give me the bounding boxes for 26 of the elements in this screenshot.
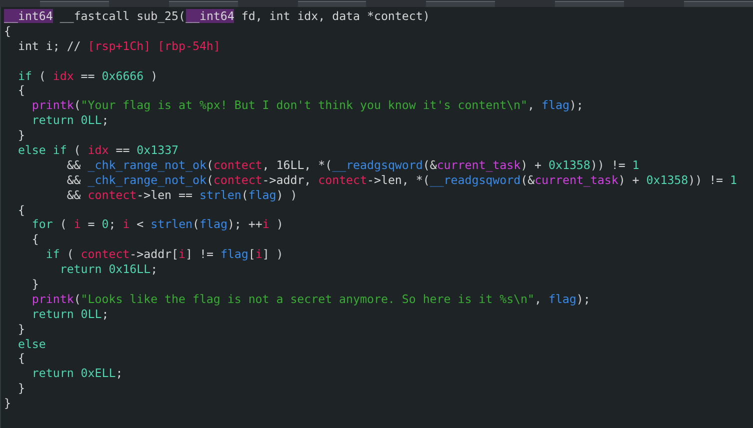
code-line: {: [16, 202, 26, 218]
code-line: printk("Your flag is at %px! But I don't think you know it's content\n", flag);: [30, 98, 584, 114]
code-line: }: [16, 128, 26, 144]
code-line: && _chk_range_not_ok(contect, 16LL, *(__readgsqword(&current_task) + 0x1358)) != 1: [66, 158, 640, 173]
code-line: for ( i = 0; i < strlen(flag); ++i ): [30, 217, 284, 232]
code-line: {: [16, 351, 26, 366]
code-line: {: [30, 232, 40, 248]
code-line: if ( idx == 0x6666 ): [16, 68, 159, 84]
code-line: else: [16, 336, 47, 352]
code-line: && contect->len == strlen(flag) ): [66, 188, 298, 203]
code-line: }: [16, 322, 26, 337]
code-line: }: [4, 396, 12, 412]
code-line: }: [16, 381, 26, 396]
code-line: }: [30, 277, 40, 292]
code-line: return 0LL;: [30, 306, 110, 322]
code-line: return 0xELL;: [30, 366, 124, 382]
code-line: && _chk_range_not_ok(contect->addr, contect->len, *(__readgsqword(&current_task) + 0x1358)) != 1: [66, 172, 738, 188]
code-line: return 0x16LL;: [58, 262, 159, 278]
code-line: {: [4, 24, 12, 39]
code-line: __int64 __fastcall sub_25(__int64 fd, int idx, data *contect): [4, 9, 431, 24]
code-line: printk("Looks like the flag is not a secret anymore. So here is it %s\n", flag);: [30, 292, 592, 307]
code-line: if ( contect->addr[i] != flag[i] ): [44, 247, 284, 262]
code-line: int i; // [rsp+1Ch] [rbp-54h]: [16, 38, 222, 54]
code-line: {: [16, 83, 26, 98]
code-line: else if ( idx == 0x1337: [16, 143, 180, 158]
code-line: return 0LL;: [30, 113, 110, 128]
